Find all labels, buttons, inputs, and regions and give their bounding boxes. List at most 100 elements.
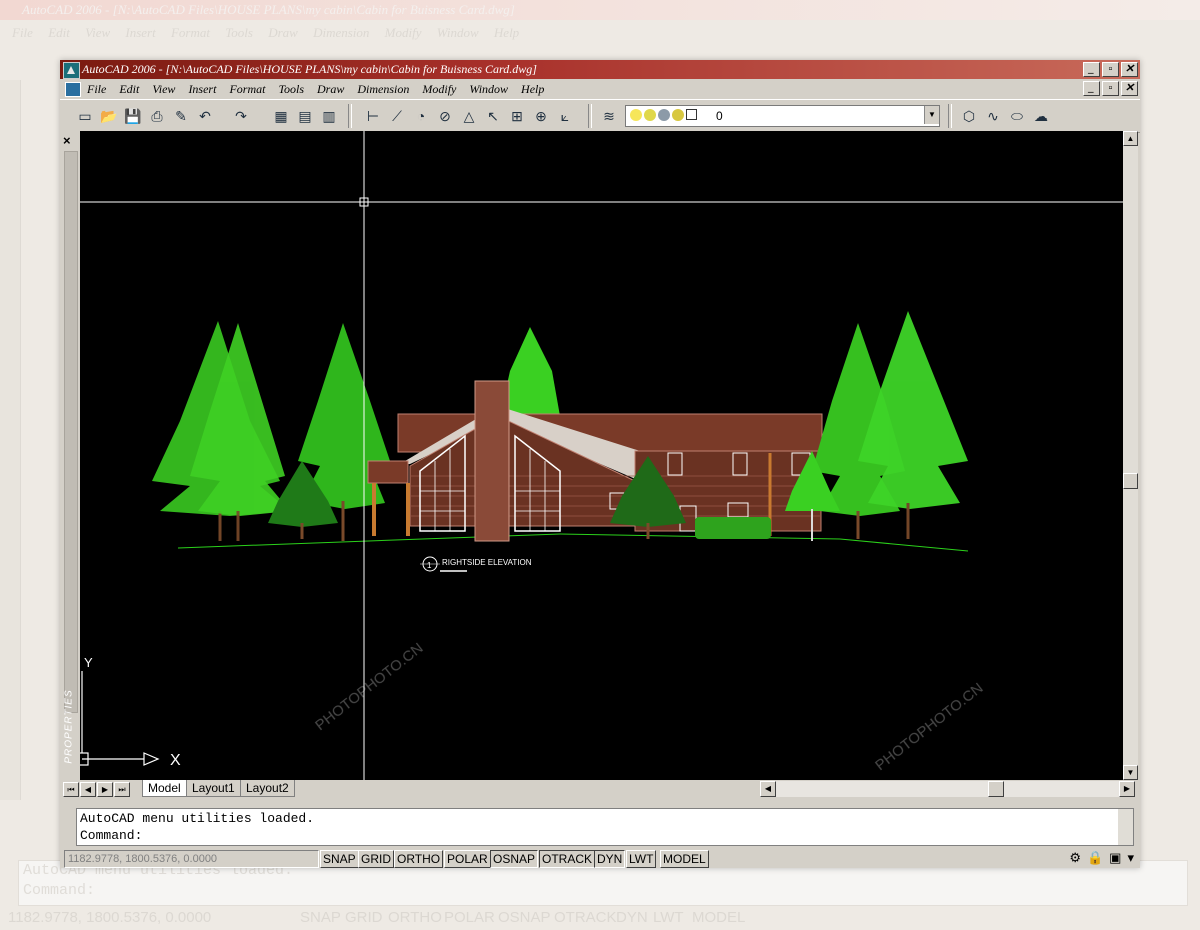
dimension-angular-icon[interactable]: △	[460, 107, 478, 125]
menu-modify[interactable]: Modify	[422, 79, 456, 99]
layer-manager-icon[interactable]: ≋	[600, 107, 618, 125]
menu-help[interactable]: Help	[521, 79, 544, 99]
palette-close-icon[interactable]: ×	[63, 133, 71, 148]
command-input[interactable]	[149, 827, 1049, 843]
background-menu-tools: Tools	[225, 25, 253, 40]
spline-icon[interactable]: ∿	[984, 107, 1002, 125]
tolerance-icon[interactable]: ⊞	[508, 107, 526, 125]
title-bar[interactable]: AutoCAD 2006 - [N:\AutoCAD Files\HOUSE P…	[60, 60, 1140, 79]
close-button[interactable]: ✕	[1121, 62, 1138, 77]
background-menu-edit: Edit	[48, 25, 70, 40]
toolbar-separator	[348, 104, 352, 128]
background-osnap: OSNAP	[498, 909, 551, 926]
background-menu-modify: Modify	[384, 25, 422, 40]
save-icon[interactable]: 💾	[124, 107, 142, 125]
elevation-marker-number: 1	[427, 561, 432, 570]
annotation-icon[interactable]: ▣	[1109, 850, 1121, 866]
new-icon[interactable]: ▭	[76, 107, 94, 125]
dimension-edit-icon[interactable]: ⟀	[556, 107, 574, 125]
command-window: AutoCAD menu utilities loaded. Command:	[76, 808, 1134, 846]
communication-center-icon[interactable]: ⚙	[1069, 850, 1081, 866]
plot-icon[interactable]: ⎙	[148, 107, 166, 125]
document-icon[interactable]	[65, 82, 81, 97]
tab-layout1[interactable]: Layout1	[186, 780, 241, 797]
menu-insert[interactable]: Insert	[188, 79, 216, 99]
standard-toolbar: ▭ 📂 💾 ⎙ ✎ ↶ ↷ ▦ ▤ ▥ ⊢ ⟋ ◔ ⊘ △ ↖ ⊞ ⊕ ⟀ ≋ …	[60, 99, 1140, 133]
layer-freeze-icon	[644, 109, 656, 121]
vertical-scrollbar[interactable]: ▲ ▼	[1123, 131, 1138, 780]
last-tab-icon[interactable]: ⏭	[114, 782, 130, 797]
prev-tab-icon[interactable]: ◀	[80, 782, 96, 797]
lock-icon[interactable]: 🔒	[1087, 850, 1103, 866]
menu-edit[interactable]: Edit	[119, 79, 139, 99]
minimize-button[interactable]: _	[1083, 62, 1100, 77]
otrack-toggle[interactable]: OTRACK	[539, 850, 596, 868]
revision-cloud-icon[interactable]: ☁	[1032, 107, 1050, 125]
doc-restore-button[interactable]: ▫	[1102, 81, 1119, 96]
scroll-up-icon[interactable]: ▲	[1123, 131, 1138, 146]
lwt-toggle[interactable]: LWT	[626, 850, 657, 868]
center-mark-icon[interactable]: ⊕	[532, 107, 550, 125]
command-scrollbar[interactable]	[1118, 809, 1133, 845]
watermark-text-2: PHOTOPHOTO.CN	[872, 680, 986, 775]
dimension-aligned-icon[interactable]: ⟋	[388, 107, 406, 125]
layer-lock-icon	[672, 109, 684, 121]
tab-layout2[interactable]: Layout2	[240, 780, 295, 797]
doc-minimize-button[interactable]: _	[1083, 81, 1100, 96]
elevation-label: RIGHTSIDE ELEVATION	[442, 558, 532, 567]
polar-toggle[interactable]: POLAR	[444, 850, 491, 868]
match-properties-icon[interactable]: ✎	[172, 107, 190, 125]
scroll-down-icon[interactable]: ▼	[1123, 765, 1138, 780]
vertical-scroll-thumb[interactable]	[1123, 473, 1138, 489]
horizontal-scroll-thumb[interactable]	[988, 781, 1004, 797]
ellipse-icon[interactable]: ⬭	[1008, 107, 1026, 125]
properties-palette[interactable]: × PROPERTIES	[60, 131, 81, 780]
menu-dimension[interactable]: Dimension	[357, 79, 409, 99]
scroll-right-icon[interactable]: ▶	[1119, 781, 1135, 797]
region-icon[interactable]: ⬡	[960, 107, 978, 125]
snap-toggle[interactable]: SNAP	[320, 850, 359, 868]
scroll-left-icon[interactable]: ◀	[760, 781, 776, 797]
background-coordinates: 1182.9778, 1800.5376, 0.0000	[8, 909, 212, 926]
osnap-toggle[interactable]: OSNAP	[490, 850, 539, 868]
layer-dropdown[interactable]: 0 ▼	[625, 105, 940, 127]
chevron-down-icon[interactable]: ▼	[924, 106, 939, 124]
grid-toggle[interactable]: GRID	[358, 850, 394, 868]
doc-close-button[interactable]: ✕	[1121, 81, 1138, 96]
open-icon[interactable]: 📂	[100, 107, 118, 125]
restore-button[interactable]: ▫	[1102, 62, 1119, 77]
first-tab-icon[interactable]: ⏮	[63, 782, 79, 797]
horizontal-scrollbar[interactable]: ◀ ▶	[760, 781, 1135, 797]
dimension-diameter-icon[interactable]: ⊘	[436, 107, 454, 125]
undo-icon[interactable]: ↶	[196, 107, 214, 125]
menu-format[interactable]: Format	[229, 79, 265, 99]
background-otrack: OTRACK	[554, 909, 617, 926]
tool-palettes-icon[interactable]: ▤	[296, 107, 314, 125]
status-bar: 1182.9778, 1800.5376, 0.0000 SNAP GRID O…	[60, 848, 1140, 868]
menu-file[interactable]: File	[87, 79, 106, 99]
tab-model[interactable]: Model	[142, 780, 187, 797]
next-tab-icon[interactable]: ▶	[97, 782, 113, 797]
window-title: AutoCAD 2006 - [N:\AutoCAD Files\HOUSE P…	[82, 62, 537, 76]
document-window-controls: _ ▫ ✕	[1083, 81, 1138, 96]
status-menu-icon[interactable]: ▾	[1127, 850, 1134, 866]
coordinate-display[interactable]: 1182.9778, 1800.5376, 0.0000	[64, 850, 319, 868]
ortho-toggle[interactable]: ORTHO	[394, 850, 444, 868]
dimension-radius-icon[interactable]: ◔	[412, 107, 430, 125]
model-toggle[interactable]: MODEL	[660, 850, 709, 868]
menu-tools[interactable]: Tools	[278, 79, 304, 99]
dimension-linear-icon[interactable]: ⊢	[364, 107, 382, 125]
redo-icon[interactable]: ↷	[232, 107, 250, 125]
menu-draw[interactable]: Draw	[317, 79, 344, 99]
autocad-app-icon[interactable]	[63, 62, 80, 79]
drawing-canvas[interactable]: 1 RIGHTSIDE ELEVATION X Y PHOTOPHOTO.CN …	[80, 131, 1123, 780]
quick-leader-icon[interactable]: ↖	[484, 107, 502, 125]
background-grid: GRID	[345, 909, 383, 926]
background-ortho: ORTHO	[388, 909, 442, 926]
background-status-bar: 1182.9778, 1800.5376, 0.0000 SNAP GRID O…	[0, 906, 1200, 930]
menu-view[interactable]: View	[152, 79, 175, 99]
menu-window[interactable]: Window	[469, 79, 508, 99]
sheet-set-icon[interactable]: ▥	[320, 107, 338, 125]
dyn-toggle[interactable]: DYN	[594, 850, 626, 868]
design-center-icon[interactable]: ▦	[272, 107, 290, 125]
